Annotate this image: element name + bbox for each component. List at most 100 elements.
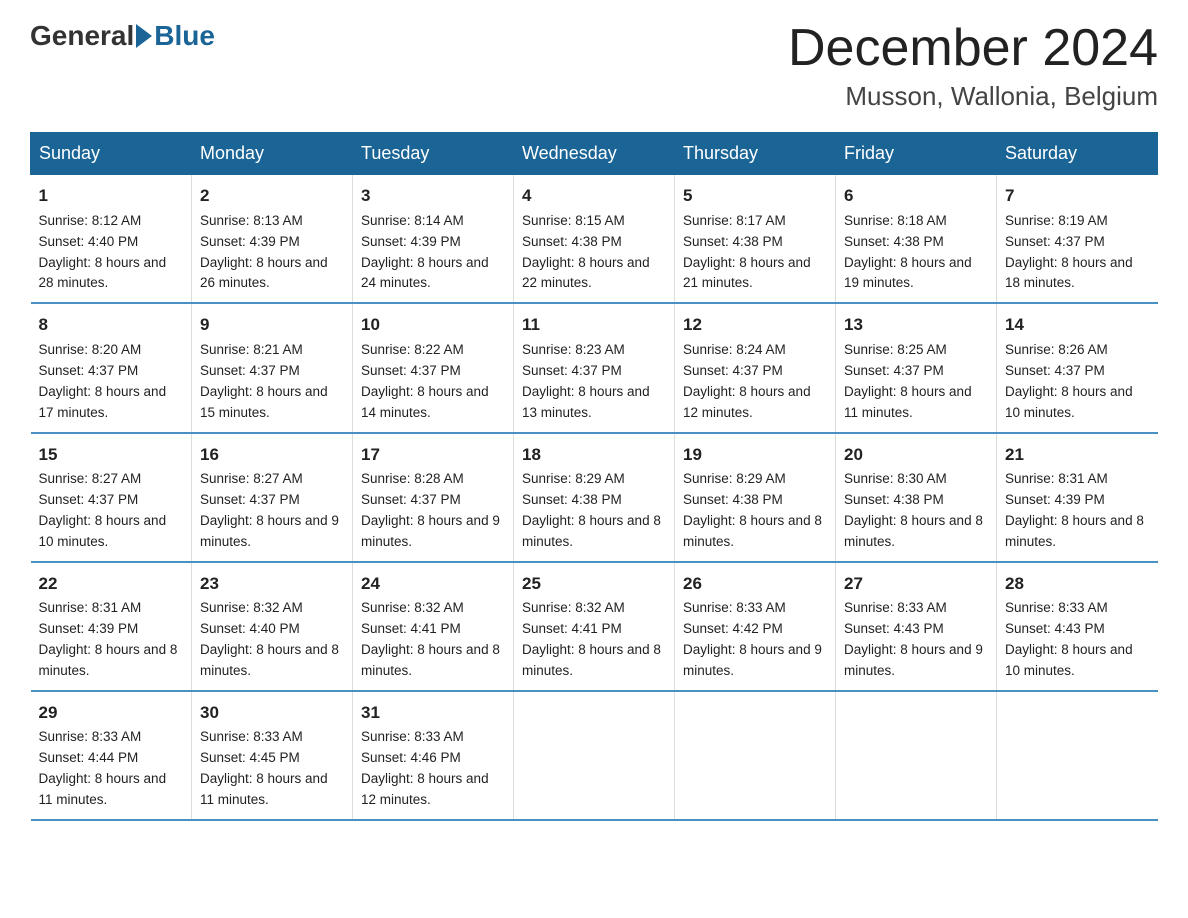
day-number: 6: [844, 183, 988, 209]
day-info: Sunrise: 8:13 AMSunset: 4:39 PMDaylight:…: [200, 211, 344, 295]
calendar-cell: 6Sunrise: 8:18 AMSunset: 4:38 PMDaylight…: [836, 175, 997, 304]
day-info: Sunrise: 8:25 AMSunset: 4:37 PMDaylight:…: [844, 340, 988, 424]
day-number: 16: [200, 442, 344, 468]
calendar-cell: 30Sunrise: 8:33 AMSunset: 4:45 PMDayligh…: [192, 691, 353, 820]
day-number: 15: [39, 442, 184, 468]
day-info: Sunrise: 8:31 AMSunset: 4:39 PMDaylight:…: [39, 598, 184, 682]
calendar-cell: [514, 691, 675, 820]
calendar-cell: 14Sunrise: 8:26 AMSunset: 4:37 PMDayligh…: [997, 303, 1158, 432]
day-number: 2: [200, 183, 344, 209]
calendar-cell: 18Sunrise: 8:29 AMSunset: 4:38 PMDayligh…: [514, 433, 675, 562]
calendar-cell: 12Sunrise: 8:24 AMSunset: 4:37 PMDayligh…: [675, 303, 836, 432]
calendar-cell: 21Sunrise: 8:31 AMSunset: 4:39 PMDayligh…: [997, 433, 1158, 562]
calendar-cell: 16Sunrise: 8:27 AMSunset: 4:37 PMDayligh…: [192, 433, 353, 562]
day-number: 19: [683, 442, 827, 468]
day-info: Sunrise: 8:12 AMSunset: 4:40 PMDaylight:…: [39, 211, 184, 295]
calendar-cell: 26Sunrise: 8:33 AMSunset: 4:42 PMDayligh…: [675, 562, 836, 691]
day-info: Sunrise: 8:29 AMSunset: 4:38 PMDaylight:…: [522, 469, 666, 553]
day-number: 20: [844, 442, 988, 468]
day-number: 1: [39, 183, 184, 209]
calendar-cell: 8Sunrise: 8:20 AMSunset: 4:37 PMDaylight…: [31, 303, 192, 432]
calendar-cell: 25Sunrise: 8:32 AMSunset: 4:41 PMDayligh…: [514, 562, 675, 691]
calendar-cell: 4Sunrise: 8:15 AMSunset: 4:38 PMDaylight…: [514, 175, 675, 304]
day-info: Sunrise: 8:33 AMSunset: 4:43 PMDaylight:…: [1005, 598, 1150, 682]
header-wednesday: Wednesday: [514, 133, 675, 175]
logo-arrow-icon: [136, 24, 152, 48]
day-number: 23: [200, 571, 344, 597]
calendar-cell: 11Sunrise: 8:23 AMSunset: 4:37 PMDayligh…: [514, 303, 675, 432]
logo-general-text: General: [30, 20, 134, 52]
day-number: 25: [522, 571, 666, 597]
day-number: 12: [683, 312, 827, 338]
day-info: Sunrise: 8:27 AMSunset: 4:37 PMDaylight:…: [200, 469, 344, 553]
page-header: General Blue December 2024 Musson, Wallo…: [30, 20, 1158, 112]
day-number: 24: [361, 571, 505, 597]
calendar-cell: [836, 691, 997, 820]
day-number: 22: [39, 571, 184, 597]
day-info: Sunrise: 8:28 AMSunset: 4:37 PMDaylight:…: [361, 469, 505, 553]
day-number: 7: [1005, 183, 1150, 209]
calendar-cell: 17Sunrise: 8:28 AMSunset: 4:37 PMDayligh…: [353, 433, 514, 562]
header-sunday: Sunday: [31, 133, 192, 175]
day-info: Sunrise: 8:22 AMSunset: 4:37 PMDaylight:…: [361, 340, 505, 424]
day-info: Sunrise: 8:27 AMSunset: 4:37 PMDaylight:…: [39, 469, 184, 553]
logo-blue-text: Blue: [154, 20, 215, 52]
calendar-cell: 1Sunrise: 8:12 AMSunset: 4:40 PMDaylight…: [31, 175, 192, 304]
day-number: 13: [844, 312, 988, 338]
day-number: 5: [683, 183, 827, 209]
day-number: 11: [522, 312, 666, 338]
day-number: 31: [361, 700, 505, 726]
day-info: Sunrise: 8:17 AMSunset: 4:38 PMDaylight:…: [683, 211, 827, 295]
day-number: 26: [683, 571, 827, 597]
calendar-cell: 24Sunrise: 8:32 AMSunset: 4:41 PMDayligh…: [353, 562, 514, 691]
title-section: December 2024 Musson, Wallonia, Belgium: [788, 20, 1158, 112]
day-number: 30: [200, 700, 344, 726]
calendar-cell: 5Sunrise: 8:17 AMSunset: 4:38 PMDaylight…: [675, 175, 836, 304]
day-number: 18: [522, 442, 666, 468]
day-number: 9: [200, 312, 344, 338]
day-info: Sunrise: 8:23 AMSunset: 4:37 PMDaylight:…: [522, 340, 666, 424]
day-info: Sunrise: 8:33 AMSunset: 4:43 PMDaylight:…: [844, 598, 988, 682]
day-info: Sunrise: 8:18 AMSunset: 4:38 PMDaylight:…: [844, 211, 988, 295]
day-info: Sunrise: 8:14 AMSunset: 4:39 PMDaylight:…: [361, 211, 505, 295]
header-monday: Monday: [192, 133, 353, 175]
day-info: Sunrise: 8:32 AMSunset: 4:41 PMDaylight:…: [522, 598, 666, 682]
day-info: Sunrise: 8:33 AMSunset: 4:42 PMDaylight:…: [683, 598, 827, 682]
calendar-cell: 20Sunrise: 8:30 AMSunset: 4:38 PMDayligh…: [836, 433, 997, 562]
day-info: Sunrise: 8:33 AMSunset: 4:46 PMDaylight:…: [361, 727, 505, 811]
day-number: 10: [361, 312, 505, 338]
calendar-cell: [675, 691, 836, 820]
day-info: Sunrise: 8:33 AMSunset: 4:45 PMDaylight:…: [200, 727, 344, 811]
calendar-header-row: SundayMondayTuesdayWednesdayThursdayFrid…: [31, 133, 1158, 175]
day-number: 17: [361, 442, 505, 468]
header-saturday: Saturday: [997, 133, 1158, 175]
day-info: Sunrise: 8:24 AMSunset: 4:37 PMDaylight:…: [683, 340, 827, 424]
calendar-cell: 19Sunrise: 8:29 AMSunset: 4:38 PMDayligh…: [675, 433, 836, 562]
day-number: 28: [1005, 571, 1150, 597]
day-number: 21: [1005, 442, 1150, 468]
calendar-cell: 27Sunrise: 8:33 AMSunset: 4:43 PMDayligh…: [836, 562, 997, 691]
calendar-week-row: 1Sunrise: 8:12 AMSunset: 4:40 PMDaylight…: [31, 175, 1158, 304]
day-info: Sunrise: 8:26 AMSunset: 4:37 PMDaylight:…: [1005, 340, 1150, 424]
day-info: Sunrise: 8:31 AMSunset: 4:39 PMDaylight:…: [1005, 469, 1150, 553]
calendar-week-row: 15Sunrise: 8:27 AMSunset: 4:37 PMDayligh…: [31, 433, 1158, 562]
calendar-cell: 7Sunrise: 8:19 AMSunset: 4:37 PMDaylight…: [997, 175, 1158, 304]
calendar-cell: 9Sunrise: 8:21 AMSunset: 4:37 PMDaylight…: [192, 303, 353, 432]
month-title: December 2024: [788, 20, 1158, 77]
day-info: Sunrise: 8:21 AMSunset: 4:37 PMDaylight:…: [200, 340, 344, 424]
calendar-cell: 2Sunrise: 8:13 AMSunset: 4:39 PMDaylight…: [192, 175, 353, 304]
calendar-cell: 31Sunrise: 8:33 AMSunset: 4:46 PMDayligh…: [353, 691, 514, 820]
calendar-cell: 23Sunrise: 8:32 AMSunset: 4:40 PMDayligh…: [192, 562, 353, 691]
day-number: 27: [844, 571, 988, 597]
calendar-cell: 22Sunrise: 8:31 AMSunset: 4:39 PMDayligh…: [31, 562, 192, 691]
header-thursday: Thursday: [675, 133, 836, 175]
calendar-cell: 29Sunrise: 8:33 AMSunset: 4:44 PMDayligh…: [31, 691, 192, 820]
day-info: Sunrise: 8:29 AMSunset: 4:38 PMDaylight:…: [683, 469, 827, 553]
calendar-cell: 28Sunrise: 8:33 AMSunset: 4:43 PMDayligh…: [997, 562, 1158, 691]
calendar-cell: [997, 691, 1158, 820]
header-tuesday: Tuesday: [353, 133, 514, 175]
location-title: Musson, Wallonia, Belgium: [788, 81, 1158, 112]
day-info: Sunrise: 8:32 AMSunset: 4:41 PMDaylight:…: [361, 598, 505, 682]
calendar-week-row: 8Sunrise: 8:20 AMSunset: 4:37 PMDaylight…: [31, 303, 1158, 432]
day-number: 14: [1005, 312, 1150, 338]
